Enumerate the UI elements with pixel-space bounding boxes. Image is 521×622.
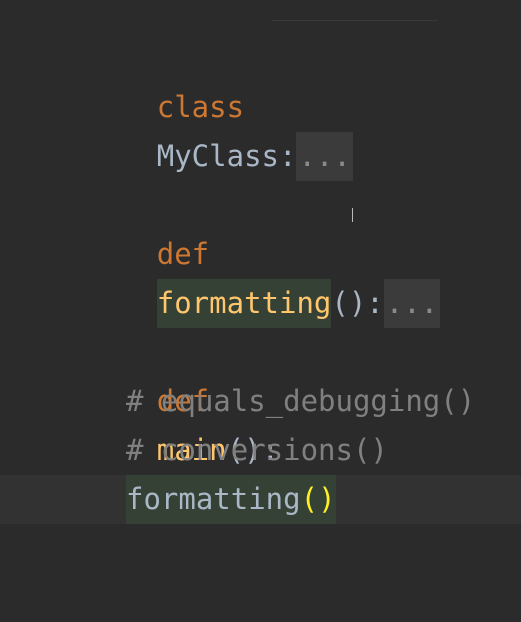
parens: () xyxy=(331,286,367,320)
colon: : xyxy=(278,139,297,173)
folded-code-block[interactable]: ... xyxy=(383,279,441,328)
colon: : xyxy=(366,286,384,320)
function-name-formatting[interactable]: formatting xyxy=(156,279,332,328)
function-call-name[interactable]: formatting xyxy=(126,482,301,516)
code-line-comment-2[interactable]: # conversions() xyxy=(0,426,521,475)
editor-top-divider xyxy=(272,20,438,21)
comment-conversions: # conversions() xyxy=(126,433,388,467)
code-editor[interactable]: class MyClass:... def formatting():... d… xyxy=(0,0,521,570)
folded-code-block[interactable]: ... xyxy=(296,132,353,181)
code-line-def-formatting[interactable]: def formatting():... xyxy=(0,181,521,328)
class-name[interactable]: MyClass xyxy=(157,139,279,173)
matched-parens: () xyxy=(300,482,336,516)
comment-equals-debugging: # equals_debugging() xyxy=(126,384,476,418)
code-line-comment-1[interactable]: # equals_debugging() xyxy=(0,377,521,426)
code-line-def-main[interactable]: def main(): xyxy=(0,328,521,467)
code-line-call-formatting[interactable]: formatting() xyxy=(0,475,521,524)
keyword-def: def xyxy=(156,237,210,271)
keyword-class: class xyxy=(156,90,245,124)
call-formatting[interactable]: formatting() xyxy=(126,475,336,524)
code-line-class[interactable]: class MyClass:... xyxy=(0,34,521,181)
mouse-text-cursor-icon xyxy=(352,208,353,222)
